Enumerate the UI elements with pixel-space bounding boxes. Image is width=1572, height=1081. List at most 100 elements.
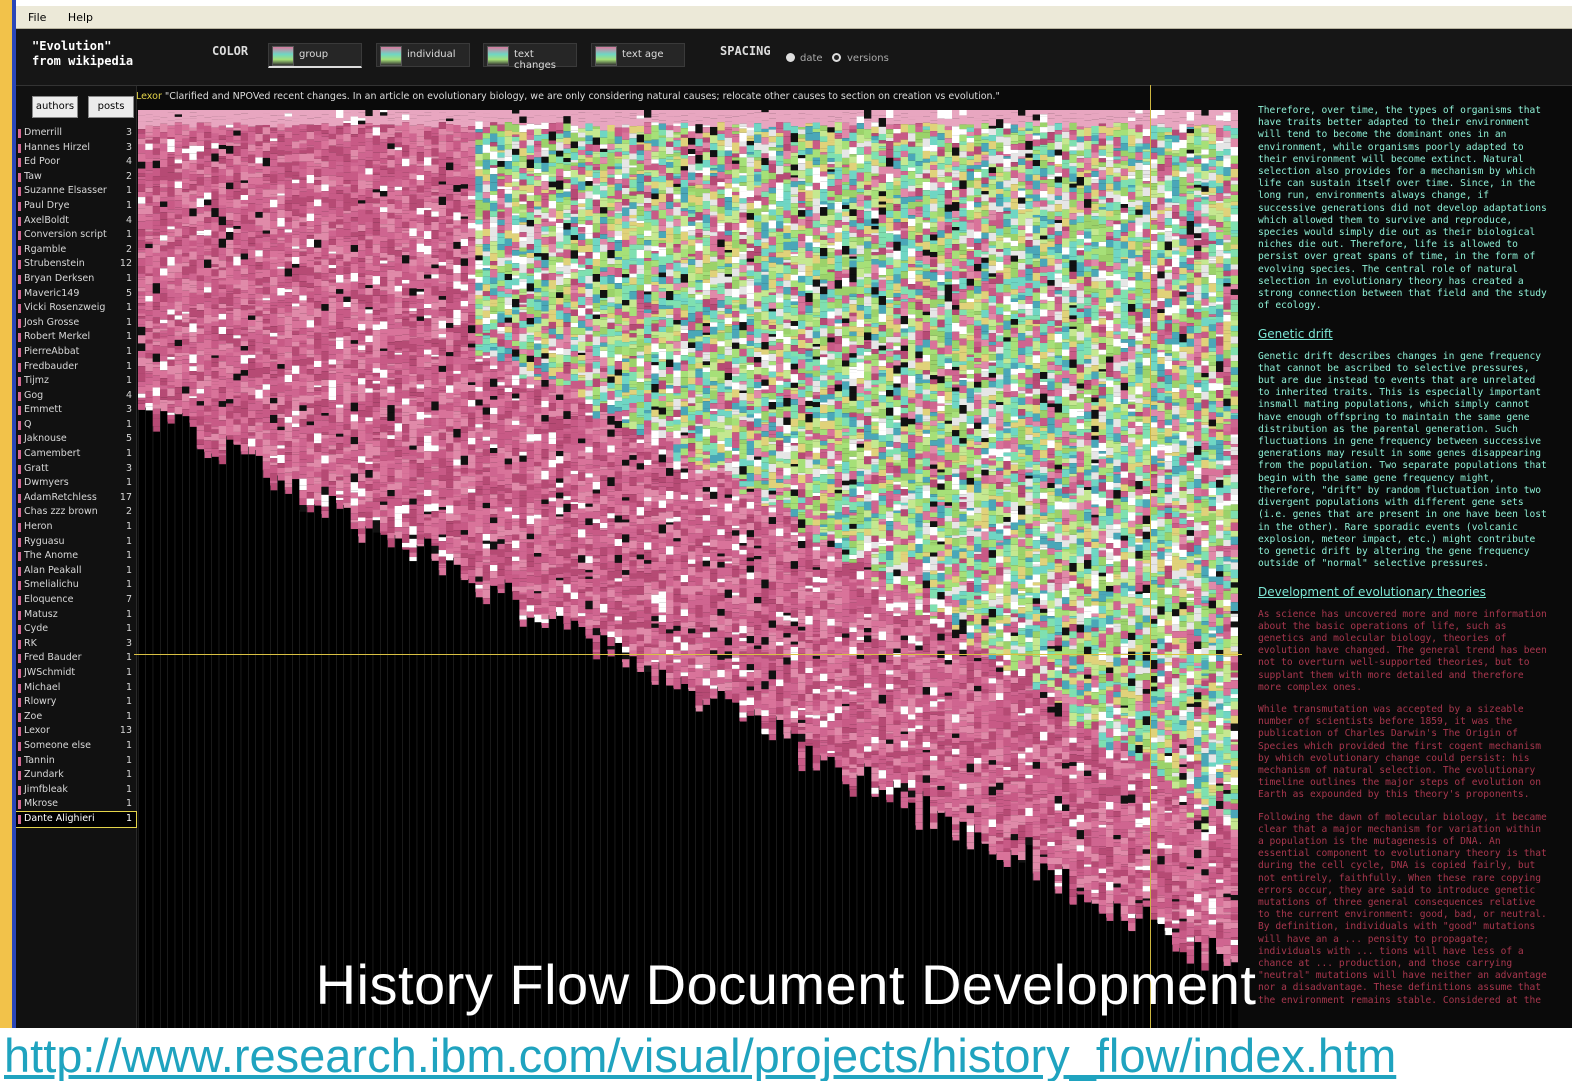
author-item[interactable]: Bryan Derksen 1 (16, 272, 136, 287)
author-edit-count: 1 (125, 798, 132, 810)
text-segment (328, 133, 337, 140)
color-option-text-changes[interactable]: text changes (483, 43, 577, 71)
author-item[interactable]: Gog 4 (16, 389, 136, 404)
author-item[interactable]: Hannes Hirzel 3 (16, 141, 136, 156)
author-item[interactable]: Ed Poor 4 (16, 155, 136, 170)
author-item[interactable]: Dmerrill 3 (16, 126, 136, 141)
text-segment (438, 512, 447, 520)
author-item[interactable]: Fredbauder 1 (16, 360, 136, 375)
text-segment (189, 118, 198, 122)
text-segment (585, 123, 594, 131)
author-item[interactable]: Jimfbleak 1 (16, 783, 136, 798)
author-item[interactable]: Robert Merkel 1 (16, 330, 136, 345)
author-item[interactable]: Paul Drye 1 (16, 199, 136, 214)
text-segment (248, 435, 256, 439)
author-item[interactable]: Zoe 1 (16, 710, 136, 725)
author-item[interactable]: Eloquence 7 (16, 593, 136, 608)
author-item[interactable]: Vicki Rosenzweig 1 (16, 301, 136, 316)
text-segment (512, 161, 520, 167)
author-item[interactable]: Dwmyers 1 (16, 476, 136, 491)
author-item[interactable]: Mkrose 1 (16, 797, 136, 812)
author-item[interactable]: RK 3 (16, 637, 136, 652)
author-item[interactable]: Lexor 13 (16, 724, 136, 739)
author-item[interactable]: Taw 2 (16, 170, 136, 185)
author-item[interactable]: Josh Grosse 1 (16, 316, 136, 331)
menu-help[interactable]: Help (68, 11, 93, 24)
text-segment (380, 212, 388, 220)
author-item[interactable]: Gratt 3 (16, 462, 136, 477)
text-segment (490, 549, 498, 555)
text-segment (336, 433, 344, 437)
author-item[interactable]: The Anome 1 (16, 549, 136, 564)
author-item[interactable]: AdamRetchless 17 (16, 491, 136, 506)
author-item[interactable]: Zundark 1 (16, 768, 136, 783)
color-option-text-age[interactable]: text age (591, 43, 685, 67)
text-segment (314, 110, 322, 118)
menu-file[interactable]: File (28, 11, 46, 24)
author-item[interactable]: Rlowry 1 (16, 695, 136, 710)
author-item[interactable]: Suzanne Elsasser 1 (16, 184, 136, 199)
author-item[interactable]: Someone else 1 (16, 739, 136, 754)
author-item[interactable]: Q1 (16, 418, 136, 433)
color-option-individual[interactable]: individual (376, 43, 470, 67)
text-segment (248, 377, 256, 381)
text-segment (424, 442, 432, 452)
author-item[interactable]: Matusz 1 (16, 608, 136, 623)
author-item[interactable]: Jaknouse 5 (16, 432, 136, 447)
author-item[interactable]: Fred Bauder 1 (16, 651, 136, 666)
text-segment (262, 236, 271, 242)
text-segment (504, 348, 513, 354)
text-segment (468, 406, 476, 413)
author-item[interactable]: Maveric149 5 (16, 287, 136, 302)
text-segment (387, 143, 396, 149)
text-segment (475, 216, 484, 220)
author-item[interactable]: Alan Peakall 1 (16, 564, 136, 579)
color-option-group[interactable]: group (268, 43, 362, 68)
text-segment (490, 216, 498, 223)
text-segment (563, 223, 572, 230)
author-item[interactable]: Camembert 1 (16, 447, 136, 462)
author-item[interactable]: Ryguasu 1 (16, 535, 136, 550)
author-item[interactable]: JWSchmidt 1 (16, 666, 136, 681)
text-segment (409, 125, 418, 134)
author-item[interactable]: Tannin 1 (16, 754, 136, 769)
author-item[interactable]: Chas zzz brown 2 (16, 505, 136, 520)
history-flow-visualization[interactable] (138, 110, 1238, 1031)
author-item[interactable]: Smelialichu 1 (16, 578, 136, 593)
text-segment (504, 186, 513, 190)
text-segment (416, 333, 425, 338)
tab-posts[interactable]: posts (88, 96, 134, 118)
text-segment (504, 353, 513, 358)
author-item[interactable]: Strubenstein 12 (16, 257, 136, 272)
text-segment (570, 132, 579, 142)
text-segment (534, 115, 542, 125)
text-segment (512, 385, 520, 389)
text-segment (138, 266, 146, 274)
text-segment (160, 333, 168, 337)
author-item[interactable]: Dante Alighieri 1 (16, 810, 137, 828)
author-item[interactable]: Cyde 1 (16, 622, 136, 637)
tab-authors[interactable]: authors (32, 96, 78, 118)
text-segment (497, 161, 506, 167)
author-item[interactable]: PierreAbbat 1 (16, 345, 136, 360)
author-item[interactable]: Heron 1 (16, 520, 136, 535)
author-item[interactable]: Tijmz 1 (16, 374, 136, 389)
spacing-versions-radio[interactable] (832, 53, 841, 62)
text-segment (328, 481, 337, 485)
author-item[interactable]: AxelBoldt 4 (16, 214, 136, 229)
text-segment (277, 396, 286, 406)
text-segment (365, 116, 374, 124)
text-segment (226, 199, 234, 203)
author-item[interactable]: Emmett 3 (16, 403, 136, 418)
text-segment (182, 160, 190, 170)
text-segment (438, 488, 447, 498)
author-item[interactable]: Michael 1 (16, 681, 136, 696)
author-item[interactable]: Conversion script 1 (16, 228, 136, 243)
text-segment (526, 611, 535, 618)
text-segment (446, 287, 454, 297)
text-segment (343, 222, 352, 230)
spacing-date-radio[interactable] (786, 53, 795, 62)
author-item[interactable]: Rgamble 2 (16, 243, 136, 258)
text-segment (504, 254, 513, 258)
text-segment (409, 359, 418, 366)
